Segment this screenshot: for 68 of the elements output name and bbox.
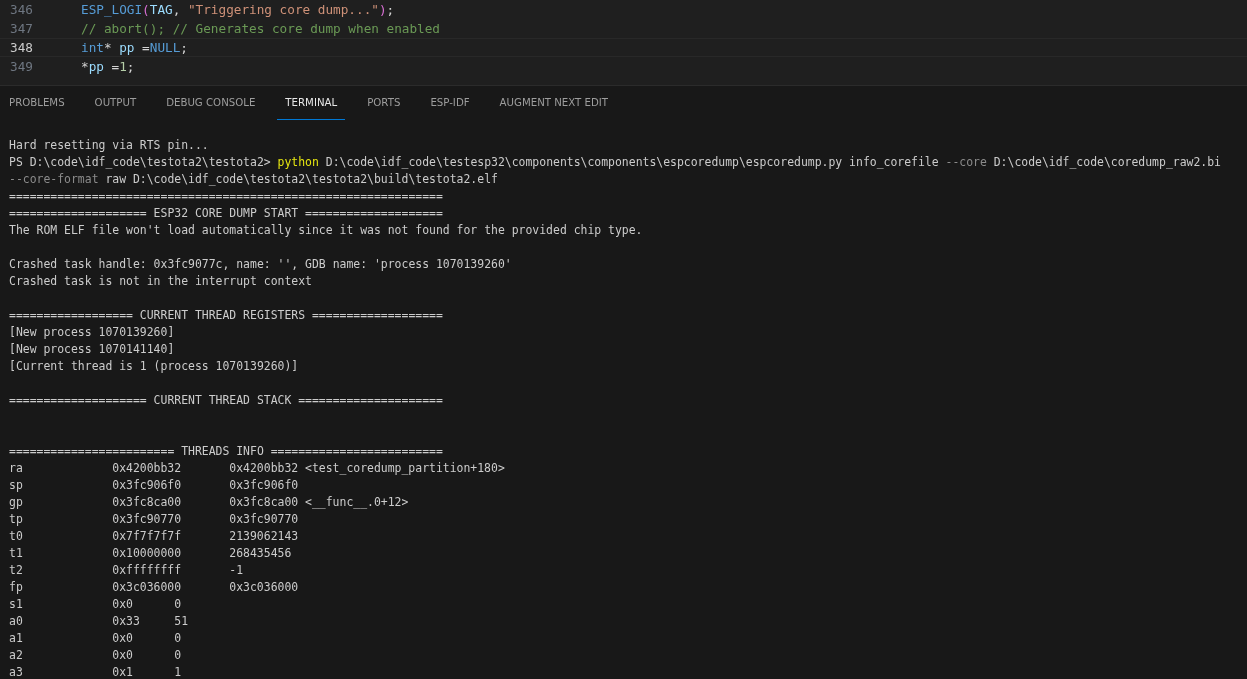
register-name: a2 [9,647,24,664]
register-natural: 0 [174,647,182,664]
terminal-line: [Current thread is 1 (process 1070139260)] [9,358,300,375]
panel-tab[interactable]: AUGMENT NEXT EDIT [491,86,617,120]
register-name: t1 [9,545,24,562]
register-value: 0xffffffff [112,562,183,579]
register-name: t2 [9,562,24,579]
register-natural: -1 [229,562,244,579]
panel-tab[interactable]: PROBLEMS [1,86,73,120]
register-name: gp [9,494,24,511]
terminal-line: Crashed task handle: 0x3fc9077c, name: '', GDB name: 'process 1070139260' [9,256,513,273]
terminal-line: ======================== THREADS INFO ========================= [9,443,444,460]
register-name: a3 [9,664,24,679]
terminal-line: [New process 1070141140] [9,341,176,358]
register-value: 0x3fc906f0 [112,477,183,494]
register-value: 0x10000000 [112,545,183,562]
register-value: 0x1 [112,664,134,679]
register-name: fp [9,579,24,596]
register-name: tp [9,511,24,528]
line-number: 347 [9,20,33,38]
terminal-line: --core-format raw D:\code\idf_code\testota2\testota2\build\testota2.elf [9,171,499,188]
register-name: s1 [9,596,24,613]
register-value: 0x0 [112,647,134,664]
line-number: 346 [9,1,33,19]
register-value: 0x33 [112,613,141,630]
terminal-line: ==================== CURRENT THREAD STACK ===================== [9,392,444,409]
register-natural: 0 [174,596,182,613]
register-name: sp [9,477,24,494]
terminal-line: Crashed task is not in the interrupt context [9,273,313,290]
terminal-line: [New process 1070139260] [9,324,176,341]
register-value: 0x3fc8ca00 [112,494,183,511]
register-natural: 0x3c036000 [229,579,299,596]
terminal-line: The ROM ELF file won't load automatically since it was not found for the provided chip type. [9,222,644,239]
line-number: 349 [9,58,33,76]
register-name: ra [9,460,24,477]
panel-tab[interactable]: ESP-IDF [422,86,478,120]
register-value: 0x4200bb32 [112,460,183,477]
panel-tab[interactable]: TERMINAL [277,86,346,120]
register-value: 0x7f7f7f7f [112,528,183,545]
register-value: 0x0 [112,596,134,613]
panel-tab[interactable]: DEBUG CONSOLE [158,86,264,120]
editor-line: 346 ESP_LOGI(TAG, "Triggering core dump..."); [0,0,1247,19]
register-natural: 0x3fc906f0 [229,477,299,494]
register-natural: 1 [174,664,182,679]
terminal-line: ================== CURRENT THREAD REGISTERS =================== [9,307,444,324]
register-value: 0x0 [112,630,134,647]
terminal-line: =============================================================== [9,188,444,205]
register-name: t0 [9,528,24,545]
register-value: 0x3c036000 [112,579,183,596]
register-natural: 0x3fc8ca00 <__func__.0+12> [229,494,409,511]
register-value: 0x3fc90770 [112,511,183,528]
panel-tab[interactable]: OUTPUT [86,86,145,120]
register-natural: 0 [174,630,182,647]
register-natural: 0x3fc90770 [229,511,299,528]
register-natural: 268435456 [229,545,292,562]
editor-line: 347 // abort(); // Generates core dump when enabled [0,19,1247,38]
terminal-line: ==================== ESP32 CORE DUMP START ==================== [9,205,444,222]
register-name: a0 [9,613,24,630]
terminal-line: Hard resetting via RTS pin... [9,137,210,154]
line-number: 348 [9,39,33,56]
editor-line: 349 *pp =1; [0,57,1247,76]
register-natural: 51 [174,613,189,630]
register-natural: 2139062143 [229,528,299,545]
register-natural: 0x4200bb32 <test_coredump_partition+180> [229,460,505,477]
terminal-line: PS D:\code\idf_code\testota2\testota2> python D:\code\idf_code\testesp32\components\components\espcoredump\espcoredump.py info_corefile --core D:\code\idf_code\coredump_raw2.bi [9,154,1222,171]
panel-tab[interactable]: PORTS [359,86,409,120]
current-line-highlight: 348 int* pp =NULL; [0,38,1247,57]
register-name: a1 [9,630,24,647]
